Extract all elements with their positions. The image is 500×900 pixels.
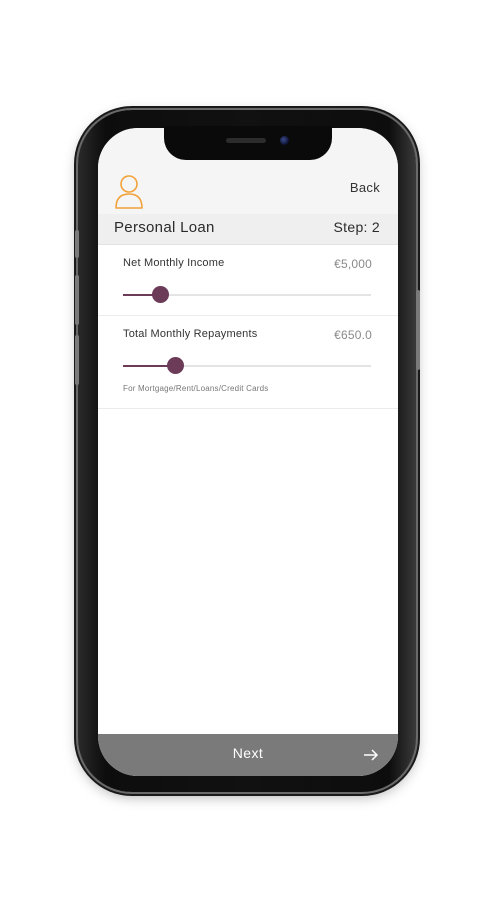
repayments-helper-text: For Mortgage/Rent/Loans/Credit Cards [123,384,269,393]
repayments-label: Total Monthly Repayments [123,328,258,340]
arrow-right-icon [364,749,379,761]
phone-speaker [226,138,266,143]
income-section: Net Monthly Income €5,000 [98,245,398,316]
phone-notch [164,126,332,160]
repayments-slider-thumb[interactable] [167,357,185,374]
income-slider-thumb[interactable] [152,286,170,303]
back-button[interactable]: Back [350,180,380,195]
phone-volume-up [75,275,79,325]
income-label: Net Monthly Income [123,257,225,269]
user-outline-icon [115,175,143,209]
next-button[interactable]: Next [98,734,398,776]
repayments-section: Total Monthly Repayments €650.0 For Mort… [98,316,398,409]
title-row: Personal Loan Step: 2 [98,214,398,245]
income-slider[interactable] [123,286,371,303]
phone-power-button [416,290,420,370]
phone-camera [280,136,289,145]
phone-mute-switch [75,230,79,258]
app-screen: Back Personal Loan Step: 2 Net Monthly I… [98,128,398,776]
repayments-value: €650.0 [334,328,372,342]
page-title: Personal Loan [114,219,215,236]
step-indicator: Step: 2 [333,219,380,235]
repayments-slider[interactable] [123,357,371,374]
phone-volume-down [75,335,79,385]
income-value: €5,000 [334,257,372,271]
next-label: Next [232,745,264,761]
